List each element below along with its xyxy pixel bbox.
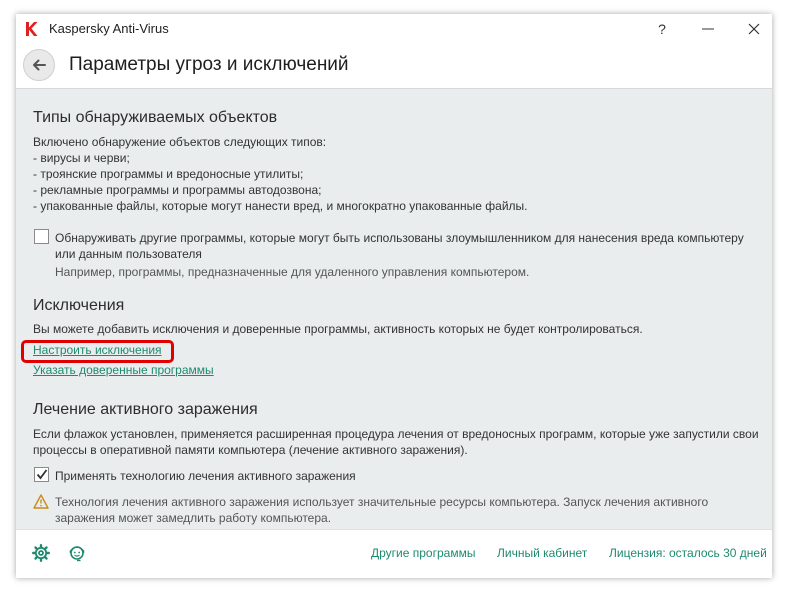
detect-other-programs-label-cont: или данным пользователя	[55, 247, 202, 261]
license-link[interactable]: Лицензия: осталось 30 дней	[609, 546, 767, 560]
my-account-link[interactable]: Личный кабинет	[497, 546, 587, 560]
disinfection-warning-cont: заражения может замедлить работу компьют…	[55, 511, 332, 525]
disinfection-description: Если флажок установлен, применяется расш…	[33, 427, 759, 441]
disinfection-warning: Технология лечения активного заражения и…	[55, 495, 709, 509]
close-button[interactable]	[731, 14, 772, 44]
detection-item: - вирусы и черви;	[33, 151, 130, 165]
detection-intro: Включено обнаружение объектов следующих …	[33, 135, 327, 149]
disinfection-section-title: Лечение активного заражения	[33, 401, 258, 418]
close-icon	[748, 23, 760, 35]
minimize-button[interactable]	[685, 14, 731, 44]
configure-exclusions-link[interactable]: Настроить исключения	[33, 343, 162, 357]
warning-icon	[33, 494, 49, 509]
detection-item: - упакованные файлы, которые могут нанес…	[33, 199, 528, 213]
page-title: Параметры угроз и исключений	[69, 54, 349, 75]
detection-section-title: Типы обнаруживаемых объектов	[33, 109, 278, 126]
minimize-icon	[702, 28, 714, 30]
detect-other-programs-hint: Например, программы, предназначенные для…	[55, 265, 530, 279]
page-header: Параметры угроз и исключений	[16, 44, 772, 89]
active-disinfection-checkbox[interactable]	[34, 467, 49, 482]
trusted-programs-link[interactable]: Указать доверенные программы	[33, 363, 214, 377]
title-bar: Kaspersky Anti-Virus ?	[16, 14, 772, 44]
detect-other-programs-label: Обнаруживать другие программы, которые м…	[55, 231, 744, 245]
other-programs-link[interactable]: Другие программы	[371, 546, 475, 560]
help-button[interactable]: ?	[639, 14, 685, 44]
disinfection-description-cont: процессы в оперативной памяти компьютера…	[33, 443, 468, 457]
back-button[interactable]	[23, 49, 55, 81]
exclusions-description: Вы можете добавить исключения и доверенн…	[33, 322, 643, 336]
checkmark-icon	[36, 469, 48, 480]
gear-icon[interactable]	[32, 544, 50, 562]
settings-content: Типы обнаруживаемых объектов Включено об…	[16, 89, 772, 529]
back-arrow-icon	[33, 59, 46, 71]
detection-item: - троянские программы и вредоносные утил…	[33, 167, 304, 181]
support-agent-icon[interactable]	[68, 544, 86, 562]
kaspersky-logo-icon	[26, 22, 38, 36]
app-title: Kaspersky Anti-Virus	[49, 21, 169, 36]
exclusions-section-title: Исключения	[33, 297, 125, 314]
detection-item: - рекламные программы и программы автодо…	[33, 183, 322, 197]
active-disinfection-label: Применять технологию лечения активного з…	[55, 469, 356, 483]
kaspersky-window: Kaspersky Anti-Virus ? Параметры угроз и…	[16, 14, 772, 578]
detect-other-programs-checkbox[interactable]	[34, 229, 49, 244]
footer: Другие программы Личный кабинет Лицензия…	[16, 529, 772, 578]
